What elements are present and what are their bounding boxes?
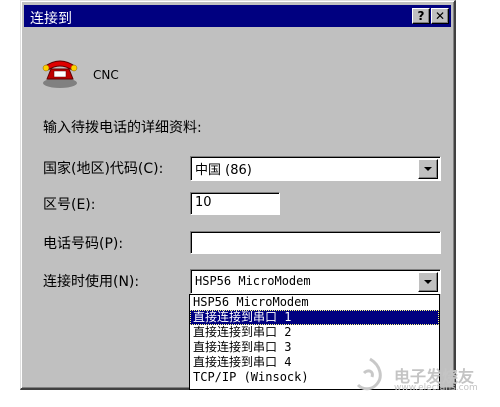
connect-using-select[interactable]: HSP56 MicroModem <box>190 269 441 294</box>
help-button[interactable]: ? <box>412 8 430 24</box>
telephone-icon <box>42 60 78 88</box>
list-item[interactable]: 直接连接到串口 3 <box>190 340 439 355</box>
phone-number-label: 电话号码(P): <box>43 236 124 252</box>
instructions-text: 输入待拨电话的详细资料: <box>43 120 202 136</box>
logo-icon <box>356 357 382 391</box>
area-code-value: 10 <box>195 195 212 210</box>
country-code-label: 国家(地区)代码(C): <box>43 161 164 177</box>
connect-to-dialog: 连接到 ? ✕ CNC 输入待拨电话的详细资料: 国家(地区)代码(C): 中国… <box>20 0 456 390</box>
chevron-down-icon[interactable] <box>418 159 438 179</box>
watermark-url: www.elecfans.com <box>394 383 478 393</box>
list-item[interactable]: 直接连接到串口 1 <box>190 310 439 325</box>
window-title: 连接到 <box>30 11 72 27</box>
list-item[interactable]: HSP56 MicroModem <box>190 295 439 310</box>
connect-using-label: 连接时使用(N): <box>43 274 140 290</box>
chevron-down-icon[interactable] <box>418 272 438 292</box>
area-code-label: 区号(E): <box>43 197 96 213</box>
country-code-value: 中国 (86) <box>195 163 252 178</box>
phone-number-input[interactable] <box>190 231 441 254</box>
title-bar[interactable]: 连接到 ? ✕ <box>24 5 451 27</box>
list-item[interactable]: 直接连接到串口 2 <box>190 325 439 340</box>
connect-using-value: HSP56 MicroModem <box>195 274 311 288</box>
country-code-select[interactable]: 中国 (86) <box>190 156 441 181</box>
connection-name: CNC <box>93 68 119 82</box>
close-button[interactable]: ✕ <box>431 8 449 24</box>
area-code-input[interactable]: 10 <box>190 192 280 215</box>
site-watermark: 电子发烧友 www.elecfans.com <box>350 355 500 403</box>
